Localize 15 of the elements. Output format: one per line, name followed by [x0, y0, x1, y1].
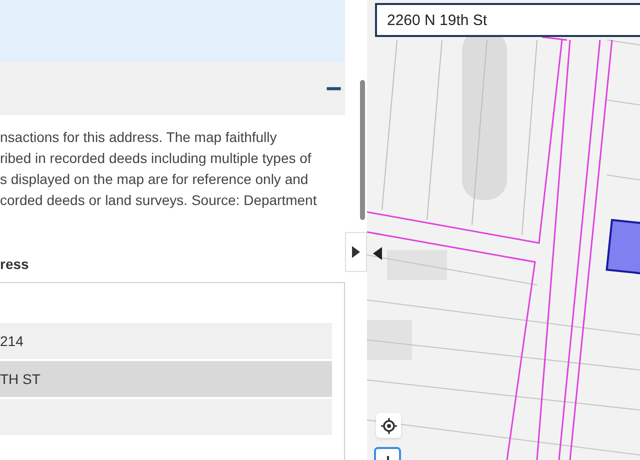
- collapse-button[interactable]: −: [322, 74, 346, 102]
- section-heading: ress: [0, 255, 30, 274]
- table-row[interactable]: TH ST: [0, 361, 332, 397]
- table-row[interactable]: 214: [0, 323, 332, 359]
- panel-toggle-button[interactable]: [345, 232, 367, 272]
- search-field[interactable]: 2260 N 19th St: [375, 3, 640, 37]
- description-line: s displayed on the map are for reference only and: [0, 170, 310, 189]
- locate-button[interactable]: [376, 413, 401, 438]
- description-line: corded deeds or land surveys. Source: Department: [0, 191, 318, 210]
- right-triangle-icon: [352, 246, 360, 258]
- description-line: ribed in recorded deeds including multiple types of: [0, 149, 312, 168]
- scrollbar-thumb[interactable]: [360, 80, 365, 220]
- left-triangle-icon[interactable]: [373, 247, 382, 260]
- locate-icon: [380, 418, 396, 434]
- description-line: nsactions for this address. The map faithfully: [0, 128, 278, 147]
